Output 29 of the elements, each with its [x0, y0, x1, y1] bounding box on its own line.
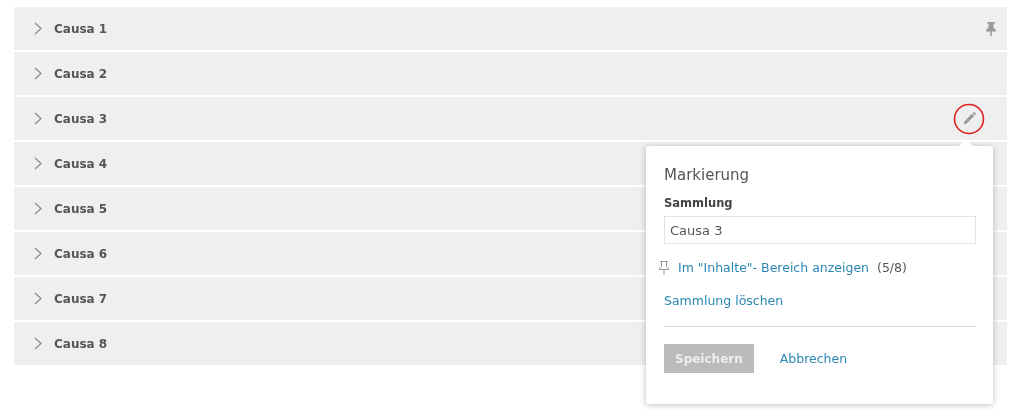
field-label: Sammlung	[664, 196, 734, 210]
pin-icon[interactable]	[985, 21, 997, 36]
collection-label: Causa 1	[54, 21, 108, 36]
show-link[interactable]: Im "Inhalte"- Bereich anzeigen	[678, 260, 869, 275]
collection-label: Causa 5	[54, 201, 108, 216]
pin-icon	[658, 260, 670, 275]
collection-label: Causa 3	[54, 111, 108, 126]
chevron-icon	[34, 112, 42, 125]
collection-row[interactable]: Causa 1	[14, 7, 1007, 50]
chevron-icon	[34, 337, 42, 350]
collection-row[interactable]: Causa 3	[14, 97, 1007, 140]
chevron-icon	[34, 67, 42, 80]
popover-title: Markierung	[664, 166, 751, 184]
count-text: (5/8)	[877, 260, 907, 275]
chevron-icon	[34, 22, 42, 35]
chevron-icon	[34, 202, 42, 215]
collection-row[interactable]: Causa 2	[14, 52, 1007, 95]
collection-label: Causa 7	[54, 291, 108, 306]
delete-link[interactable]: Sammlung löschen	[664, 293, 784, 308]
cancel-link[interactable]: Abbrechen	[779, 351, 848, 366]
collection-label: Causa 8	[54, 336, 108, 351]
chevron-icon	[34, 292, 42, 305]
collection-label: Causa 4	[54, 156, 108, 171]
chevron-icon	[34, 247, 42, 260]
collection-label: Causa 2	[54, 66, 108, 81]
input-field[interactable]: Causa 3	[664, 216, 976, 244]
circled-pencil-icon[interactable]	[953, 102, 985, 135]
collection-label: Causa 6	[54, 246, 108, 261]
chevron-icon	[34, 157, 42, 170]
